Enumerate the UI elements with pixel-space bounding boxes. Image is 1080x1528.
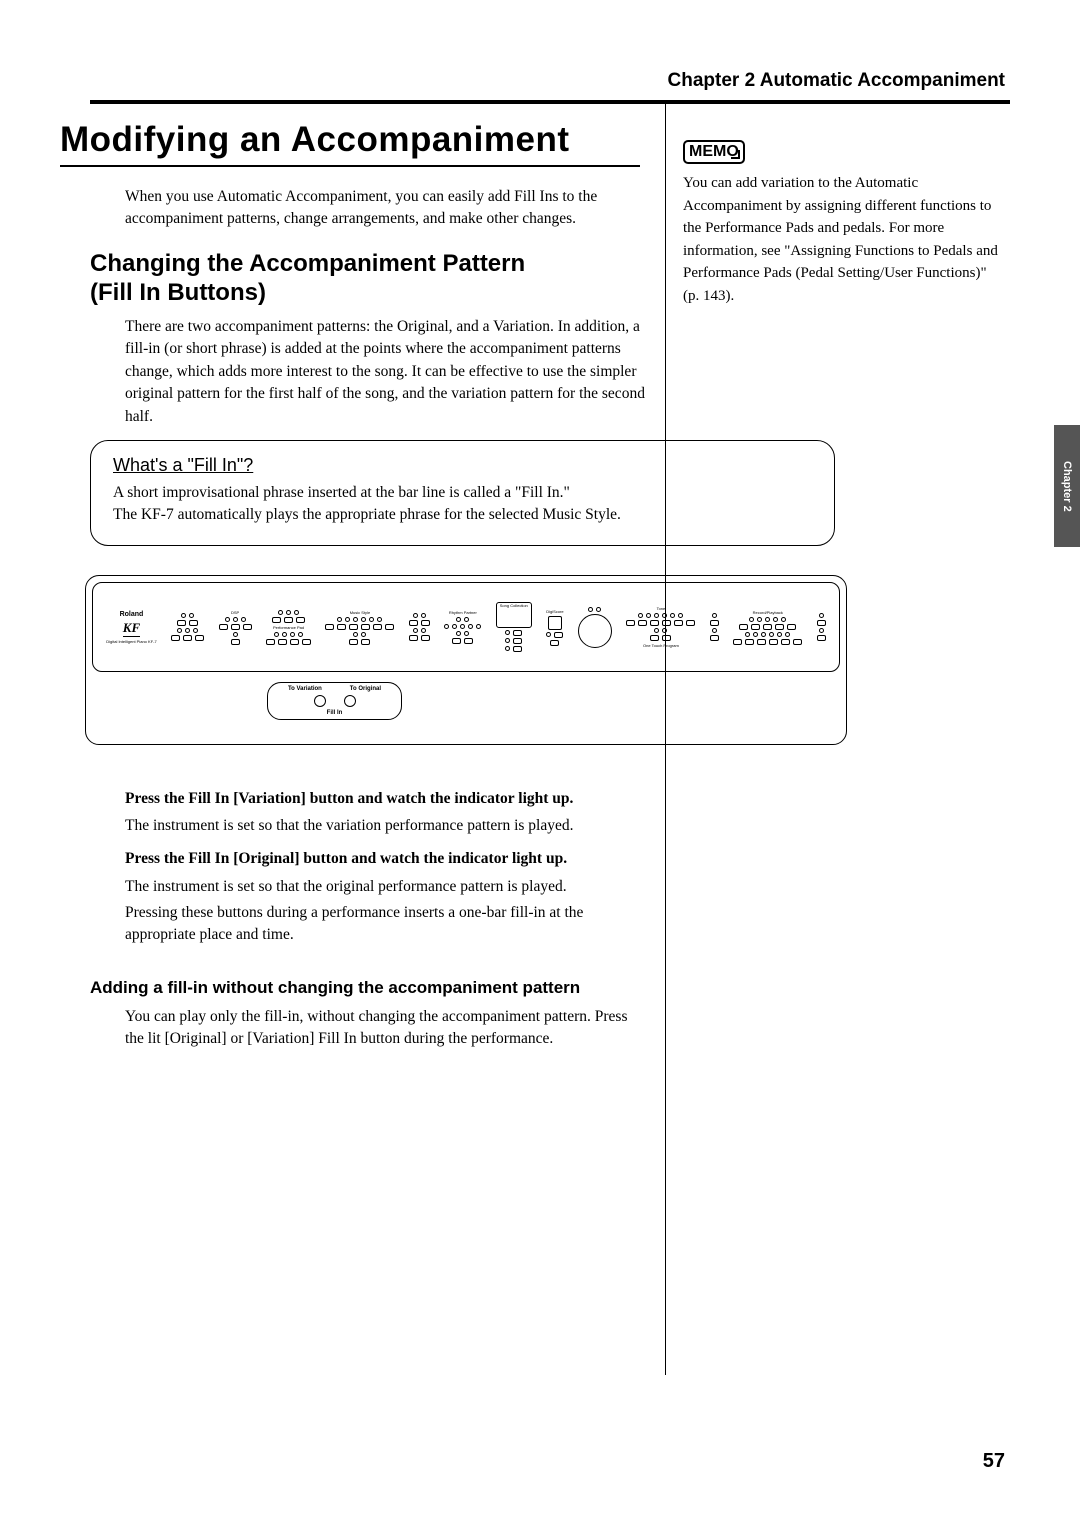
panel-digiscore-section: DigiScore	[546, 609, 563, 646]
tone-label: Tone	[657, 606, 666, 611]
fillin-original-label: To Original	[350, 686, 381, 692]
instrument-panel-diagram: Roland KF Digital Intelligent Piano KF-7…	[85, 575, 847, 745]
record-label: Record/Playback	[753, 610, 783, 615]
intro-paragraph: When you use Automatic Accompaniment, yo…	[125, 186, 625, 231]
callout-line2: The KF-7 automatically plays the appropr…	[113, 506, 621, 523]
header-rule	[90, 100, 1010, 104]
rhythm-label: Rhythm Partner	[449, 610, 477, 615]
callout-text: A short improvisational phrase inserted …	[113, 482, 812, 527]
fillin-variation-label: To Variation	[288, 686, 322, 692]
step-1-description: The instrument is set so that the variat…	[125, 817, 645, 835]
page-number: 57	[983, 1450, 1005, 1473]
sub-paragraph: There are two accompaniment patterns: th…	[125, 316, 645, 428]
panel-tone-section: Tone One Touch Program	[626, 606, 695, 648]
digiscore-label: DigiScore	[546, 609, 563, 614]
panel-logo-section: Roland KF Digital Intelligent Piano KF-7	[106, 611, 156, 644]
disk-icon	[548, 616, 562, 630]
panel-playback-section: Record/Playback	[733, 610, 802, 645]
panel-power-section	[171, 613, 204, 641]
panel-rhythm-section: Rhythm Partner	[444, 610, 481, 644]
song-collection-display: Song Collection	[496, 602, 532, 628]
side-chapter-tab: Chapter 2	[1054, 425, 1080, 547]
fillin-label: Fill In	[274, 710, 395, 716]
step-2-instruction: Press the Fill In [Original] button and …	[125, 850, 645, 868]
panel-inner: Roland KF Digital Intelligent Piano KF-7…	[92, 582, 840, 672]
chapter-header: Chapter 2 Automatic Accompaniment	[668, 70, 1005, 92]
sub-heading-line2: (Fill In Buttons)	[90, 279, 266, 306]
sub-heading: Changing the Accompaniment Pattern (Fill…	[90, 250, 525, 308]
panel-song-section: Song Collection	[496, 602, 532, 652]
panel-dial-section	[578, 607, 612, 648]
memo-sidebar: MEMO You can add variation to the Automa…	[683, 140, 998, 307]
memo-text: You can add variation to the Automatic A…	[683, 172, 998, 307]
memo-icon: MEMO	[683, 140, 745, 164]
sub-sub-paragraph: You can play only the fill-in, without c…	[125, 1006, 645, 1051]
model-logo: KF	[123, 620, 140, 637]
music-style-label: Music Style	[350, 610, 370, 615]
model-subtitle: Digital Intelligent Piano KF-7	[106, 639, 156, 644]
step-1-instruction: Press the Fill In [Variation] button and…	[125, 790, 645, 808]
tempo-dial-icon	[578, 614, 612, 648]
callout-box: What's a "Fill In"? A short improvisatio…	[90, 440, 835, 546]
brand-logo: Roland	[120, 611, 144, 618]
panel-end-section	[817, 613, 826, 641]
step-2-description: The instrument is set so that the origin…	[125, 878, 645, 896]
sub-heading-line1: Changing the Accompaniment Pattern	[90, 250, 525, 277]
panel-dsp-section: DSP	[219, 610, 252, 645]
callout-line1: A short improvisational phrase inserted …	[113, 484, 570, 501]
sub-sub-heading: Adding a fill-in without changing the ac…	[90, 978, 580, 998]
perf-pad-label: Performance Pad	[273, 625, 304, 630]
dsp-label: DSP	[231, 610, 239, 615]
fillin-original-led-icon	[344, 695, 356, 707]
callout-title: What's a "Fill In"?	[113, 455, 812, 476]
step-2-description-extra: Pressing these buttons during a performa…	[125, 902, 645, 947]
main-heading: Modifying an Accompaniment	[60, 120, 640, 167]
panel-perfpad-section: Performance Pad	[266, 610, 311, 645]
panel-record-section	[710, 613, 719, 641]
fillin-variation-led-icon	[314, 695, 326, 707]
one-touch-label: One Touch Program	[643, 643, 679, 648]
panel-music-style-section: Music Style	[325, 610, 394, 645]
panel-fillin-section	[409, 613, 430, 641]
fillin-callout: To Variation To Original Fill In	[267, 682, 402, 720]
